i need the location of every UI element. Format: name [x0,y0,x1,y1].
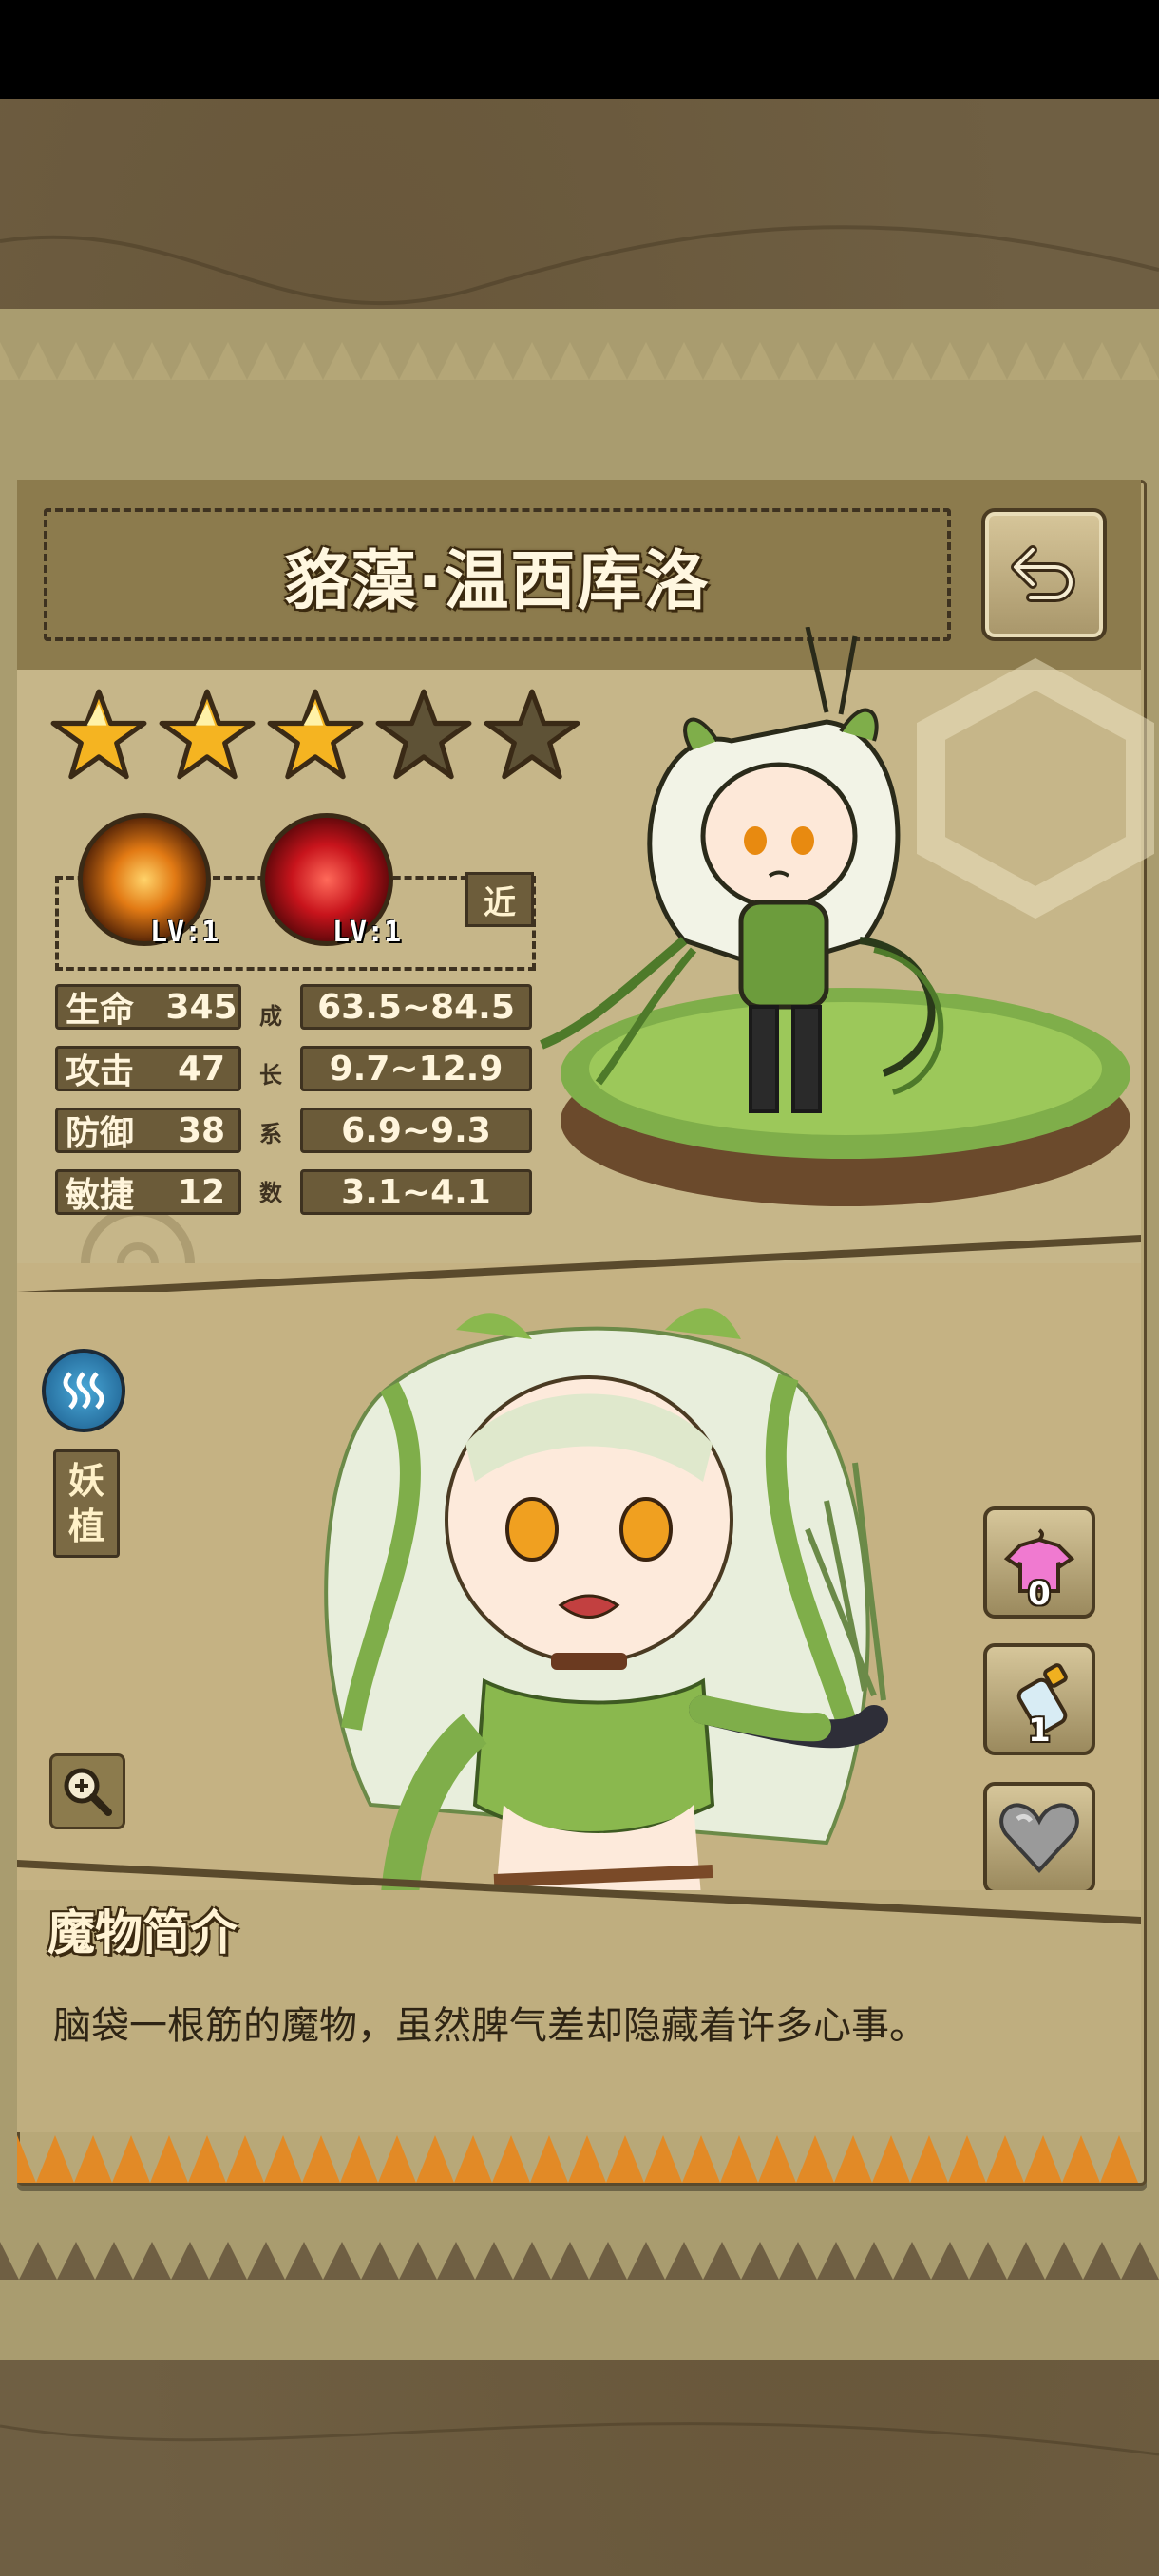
monster-type-badge: 妖 植 [53,1449,120,1558]
stat-agi: 敏捷 12 [55,1169,241,1215]
water-wave-icon [63,1372,104,1410]
bottle-count: 1 [1028,1712,1051,1750]
star-empty-icon [375,689,472,780]
stat-def: 防御 38 [55,1108,241,1153]
outfit-count: 0 [1028,1575,1051,1613]
growth-label-char: 长 [259,1062,282,1089]
growth-label-char: 数 [259,1180,282,1206]
character-name: 貉藻·温西库洛 [284,543,711,619]
growth-label-char: 系 [259,1121,282,1147]
stat-label: 生命 [66,991,135,1030]
type-char: 妖 [67,1460,104,1502]
star-filled-icon [50,689,147,780]
star-filled-icon [159,689,256,780]
skill-1-level: LV:1 [150,916,219,949]
growth-label-char: 成 [259,1003,282,1030]
stat-value: 345 [165,987,238,1027]
stat-label: 敏捷 [66,1176,135,1215]
status-bar [0,0,1159,99]
character-portrait [324,1308,888,1919]
zoom-button[interactable] [49,1753,125,1829]
description-text: 脑袋一根筋的魔物，虽然脾气差却隐藏着许多心事。 [53,2004,927,2048]
type-char: 植 [67,1506,104,1547]
stat-atk: 攻击 47 [55,1046,241,1091]
skill-2-level: LV:1 [332,916,402,949]
card-bottom-border [17,2135,1141,2183]
description-title: 魔物简介 [48,1905,238,1960]
stat-value: 12 [177,1172,226,1212]
stat-value: 38 [177,1110,226,1150]
back-arrow-icon [1011,545,1075,602]
magnifier-icon [64,1768,112,1816]
bottle-button[interactable]: 1 [983,1643,1095,1755]
element-badge[interactable] [42,1349,125,1432]
outfit-button[interactable]: 0 [983,1506,1095,1619]
stat-label: 防御 [66,1114,135,1153]
stat-value: 47 [177,1049,226,1089]
star-filled-icon [267,689,364,780]
stat-label: 攻击 [66,1052,135,1091]
chibi-character-sprite [540,627,1130,1206]
stat-hp: 生命 345 [55,984,241,1030]
bottom-zigzag [0,2242,1159,2280]
back-button[interactable] [981,508,1107,641]
top-zigzag [0,342,1159,380]
